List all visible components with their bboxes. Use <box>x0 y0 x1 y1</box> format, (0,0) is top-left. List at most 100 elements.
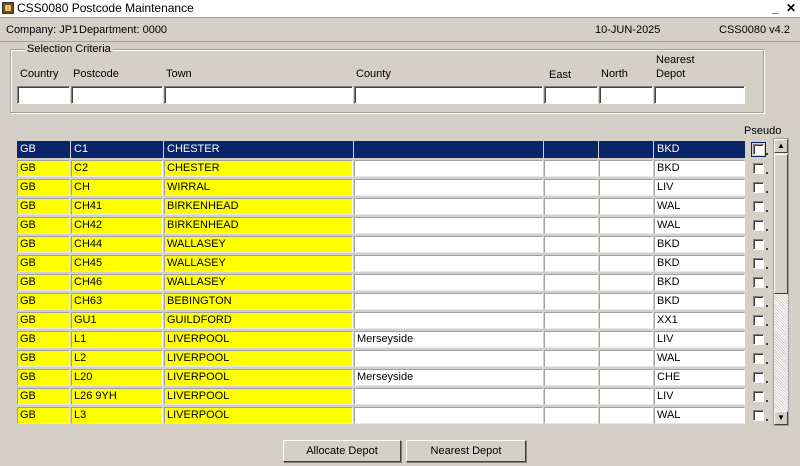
north-cell[interactable] <box>599 217 653 234</box>
county-cell[interactable] <box>354 217 543 234</box>
pseudo-checkbox[interactable] <box>753 201 764 212</box>
town-cell[interactable]: BEBINGTON <box>164 293 353 310</box>
country-cell[interactable]: GB <box>17 274 70 291</box>
east-cell[interactable] <box>544 160 598 177</box>
county-cell[interactable] <box>354 160 543 177</box>
east-cell[interactable] <box>544 293 598 310</box>
nearest-depot-button[interactable]: Nearest Depot <box>406 440 526 462</box>
county-cell[interactable] <box>354 236 543 253</box>
town-cell[interactable]: BIRKENHEAD <box>164 198 353 215</box>
depot-cell[interactable]: XX1 <box>654 312 745 329</box>
country-cell[interactable]: GB <box>17 141 70 158</box>
grid-scrollbar[interactable]: ▲ ▼ <box>773 138 789 426</box>
country-cell[interactable]: GB <box>17 255 70 272</box>
east-cell[interactable] <box>544 312 598 329</box>
town-cell[interactable]: CHESTER <box>164 141 353 158</box>
town-cell[interactable]: WIRRAL <box>164 179 353 196</box>
allocate-depot-button[interactable]: Allocate Depot <box>283 440 401 462</box>
pseudo-checkbox[interactable] <box>753 258 764 269</box>
north-filter-input[interactable] <box>599 86 653 104</box>
north-cell[interactable] <box>599 331 653 348</box>
depot-cell[interactable]: LIV <box>654 388 745 405</box>
depot-cell[interactable]: LIV <box>654 179 745 196</box>
county-cell[interactable] <box>354 388 543 405</box>
north-cell[interactable] <box>599 369 653 386</box>
country-cell[interactable]: GB <box>17 179 70 196</box>
county-cell[interactable] <box>354 407 543 424</box>
town-cell[interactable]: LIVERPOOL <box>164 369 353 386</box>
town-cell[interactable]: LIVERPOOL <box>164 350 353 367</box>
north-cell[interactable] <box>599 350 653 367</box>
pseudo-checkbox[interactable] <box>753 220 764 231</box>
close-button[interactable]: ✕ <box>784 1 798 15</box>
north-cell[interactable] <box>599 293 653 310</box>
postcode-cell[interactable]: CH63 <box>71 293 163 310</box>
north-cell[interactable] <box>599 160 653 177</box>
depot-cell[interactable]: BKD <box>654 236 745 253</box>
town-cell[interactable]: LIVERPOOL <box>164 407 353 424</box>
town-cell[interactable]: CHESTER <box>164 160 353 177</box>
county-cell[interactable] <box>354 350 543 367</box>
postcode-cell[interactable]: C2 <box>71 160 163 177</box>
depot-cell[interactable]: BKD <box>654 293 745 310</box>
minimize-button[interactable]: _ <box>768 1 782 15</box>
postcode-cell[interactable]: L3 <box>71 407 163 424</box>
depot-cell[interactable]: BKD <box>654 141 745 158</box>
country-cell[interactable]: GB <box>17 236 70 253</box>
pseudo-checkbox[interactable] <box>753 182 764 193</box>
county-cell[interactable] <box>354 179 543 196</box>
scroll-thumb[interactable] <box>774 154 788 294</box>
town-filter-input[interactable] <box>164 86 353 104</box>
depot-cell[interactable]: BKD <box>654 274 745 291</box>
pseudo-checkbox[interactable] <box>753 410 764 421</box>
north-cell[interactable] <box>599 407 653 424</box>
town-cell[interactable]: WALLASEY <box>164 236 353 253</box>
depot-cell[interactable]: WAL <box>654 217 745 234</box>
town-cell[interactable]: LIVERPOOL <box>164 331 353 348</box>
postcode-cell[interactable]: L1 <box>71 331 163 348</box>
postcode-cell[interactable]: L20 <box>71 369 163 386</box>
depot-cell[interactable]: BKD <box>654 160 745 177</box>
east-cell[interactable] <box>544 331 598 348</box>
pseudo-checkbox[interactable] <box>753 296 764 307</box>
north-cell[interactable] <box>599 198 653 215</box>
east-filter-input[interactable] <box>544 86 598 104</box>
country-cell[interactable]: GB <box>17 369 70 386</box>
postcode-cell[interactable]: C1 <box>71 141 163 158</box>
town-cell[interactable]: WALLASEY <box>164 274 353 291</box>
pseudo-checkbox[interactable] <box>753 239 764 250</box>
east-cell[interactable] <box>544 388 598 405</box>
pseudo-checkbox[interactable] <box>753 372 764 383</box>
town-cell[interactable]: WALLASEY <box>164 255 353 272</box>
county-cell[interactable] <box>354 255 543 272</box>
depot-cell[interactable]: CHE <box>654 369 745 386</box>
pseudo-checkbox[interactable] <box>751 142 766 157</box>
north-cell[interactable] <box>599 388 653 405</box>
county-cell[interactable] <box>354 141 543 158</box>
pseudo-checkbox[interactable] <box>753 277 764 288</box>
east-cell[interactable] <box>544 255 598 272</box>
country-cell[interactable]: GB <box>17 331 70 348</box>
east-cell[interactable] <box>544 350 598 367</box>
postcode-cell[interactable]: L26 9YH <box>71 388 163 405</box>
depot-cell[interactable]: WAL <box>654 350 745 367</box>
pseudo-checkbox[interactable] <box>753 315 764 326</box>
postcode-cell[interactable]: CH45 <box>71 255 163 272</box>
county-cell[interactable]: Merseyside <box>354 369 543 386</box>
town-cell[interactable]: GUILDFORD <box>164 312 353 329</box>
north-cell[interactable] <box>599 255 653 272</box>
county-cell[interactable] <box>354 312 543 329</box>
country-cell[interactable]: GB <box>17 293 70 310</box>
east-cell[interactable] <box>544 407 598 424</box>
country-cell[interactable]: GB <box>17 198 70 215</box>
depot-cell[interactable]: BKD <box>654 255 745 272</box>
county-cell[interactable] <box>354 293 543 310</box>
east-cell[interactable] <box>544 274 598 291</box>
depot-cell[interactable]: LIV <box>654 331 745 348</box>
pseudo-checkbox[interactable] <box>753 334 764 345</box>
east-cell[interactable] <box>544 141 598 158</box>
town-cell[interactable]: BIRKENHEAD <box>164 217 353 234</box>
country-cell[interactable]: GB <box>17 350 70 367</box>
country-cell[interactable]: GB <box>17 407 70 424</box>
country-cell[interactable]: GB <box>17 217 70 234</box>
